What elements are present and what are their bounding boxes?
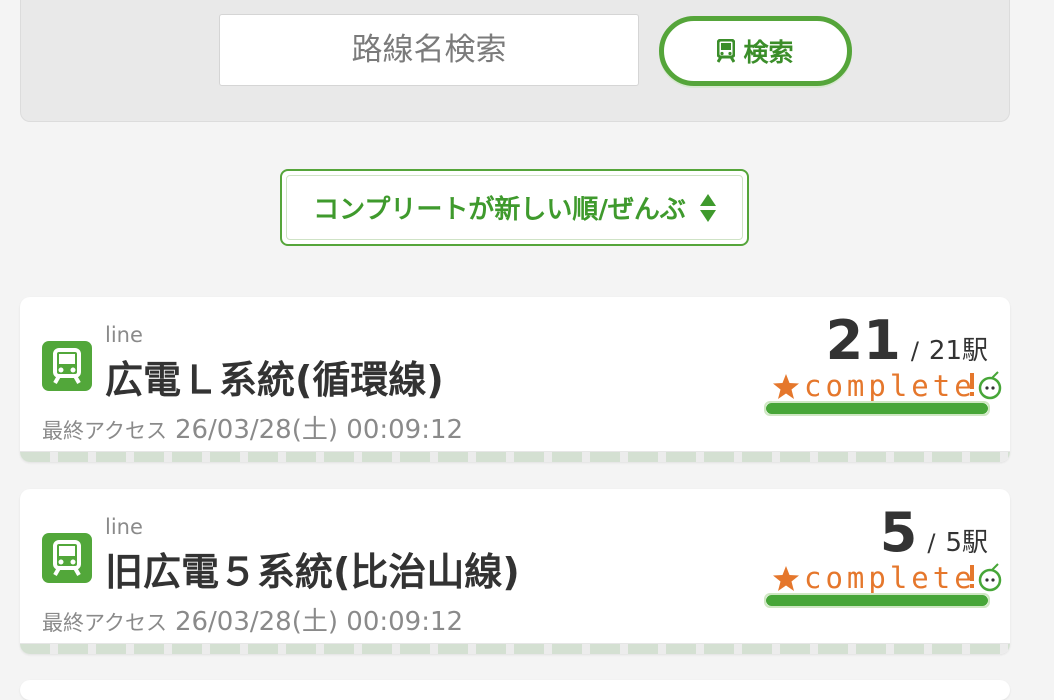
visited-count: 21 <box>825 309 901 372</box>
sort-select[interactable]: コンプリートが新しい順/ぜんぶ <box>280 169 749 246</box>
progress-fill <box>766 403 988 414</box>
count-separator: / <box>910 337 919 365</box>
count-separator: / <box>927 529 936 557</box>
line-type-label: line <box>105 515 143 539</box>
updown-arrow-icon <box>699 193 716 222</box>
complete-label: complete <box>804 369 976 403</box>
line-name: 旧広電５系統(比治山線) <box>105 550 520 594</box>
total-stations: 21駅 <box>928 336 988 366</box>
last-access-value: 26/03/28(土) 00:09:12 <box>174 415 464 445</box>
last-access: 最終アクセス 26/03/28(土) 00:09:12 <box>42 409 463 446</box>
card-divider <box>20 451 1010 462</box>
progress-fill <box>766 595 988 606</box>
station-count: 21 / 21駅 <box>826 309 988 372</box>
line-name: 広電Ｌ系統(循環線) <box>105 358 444 402</box>
star-icon <box>773 566 799 591</box>
exclamation-mascot-icon <box>970 563 1002 592</box>
visited-count: 5 <box>879 501 918 564</box>
last-access-label: 最終アクセス <box>42 419 167 443</box>
train-icon <box>42 341 92 391</box>
card-divider <box>20 643 1010 654</box>
complete-label: complete <box>804 561 976 595</box>
last-access: 最終アクセス 26/03/28(土) 00:09:12 <box>42 601 463 638</box>
line-card[interactable] <box>20 680 1010 700</box>
sort-selected-value: コンプリートが新しい順/ぜんぶ <box>313 195 686 225</box>
line-card[interactable]: line 旧広電５系統(比治山線) 最終アクセス 26/03/28(土) 00:0… <box>20 489 1010 654</box>
search-button-label: 検索 <box>743 38 794 67</box>
last-access-value: 26/03/28(土) 00:09:12 <box>174 607 464 637</box>
last-access-label: 最終アクセス <box>42 611 167 635</box>
star-icon <box>773 374 799 399</box>
progress-bar <box>764 401 990 416</box>
train-icon <box>42 533 92 583</box>
line-search-input[interactable] <box>219 14 639 86</box>
total-stations: 5駅 <box>945 528 988 558</box>
exclamation-mascot-icon <box>970 371 1002 400</box>
station-count: 5 / 5駅 <box>880 501 988 564</box>
line-card[interactable]: line 広電Ｌ系統(循環線) 最終アクセス 26/03/28(土) 00:09:… <box>20 297 1010 462</box>
line-type-label: line <box>105 323 143 347</box>
train-icon <box>717 39 736 63</box>
search-button[interactable]: 検索 <box>659 16 852 86</box>
progress-bar <box>764 593 990 608</box>
search-panel: 検索 <box>20 0 1010 122</box>
sort-select-inner[interactable]: コンプリートが新しい順/ぜんぶ <box>286 175 743 240</box>
